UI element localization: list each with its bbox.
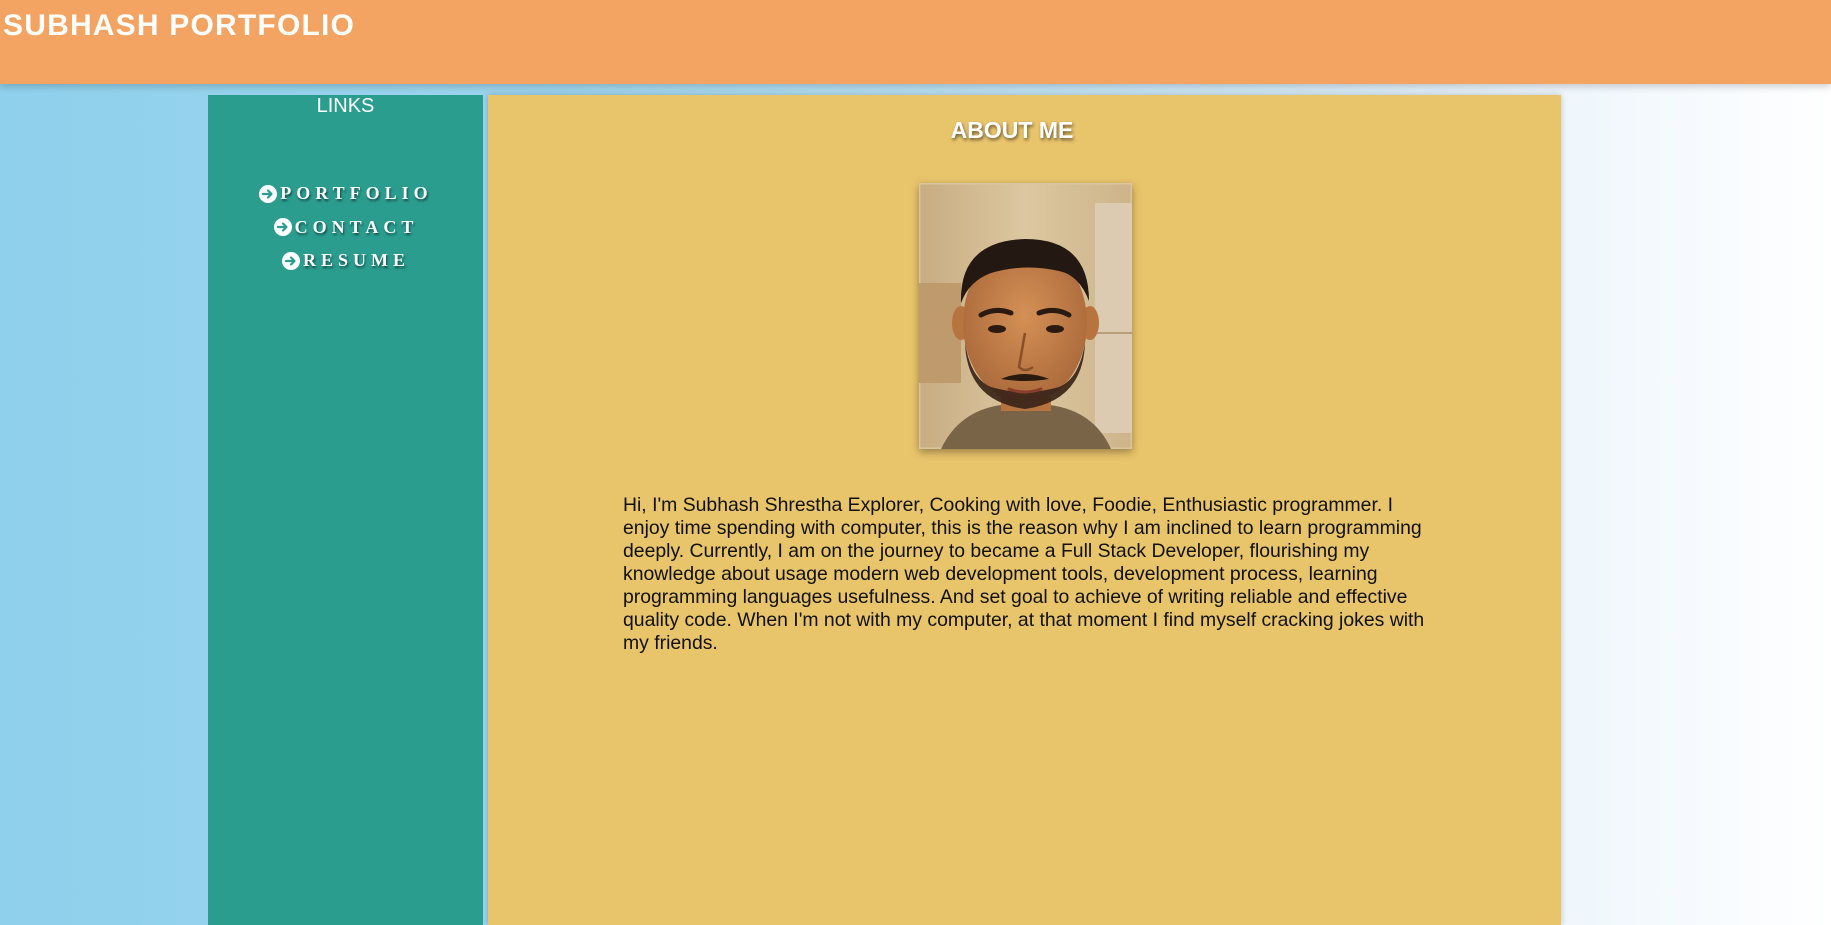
nav-label-portfolio: PORTFOLIO: [280, 183, 433, 204]
nav-link-resume[interactable]: RESUME: [208, 244, 483, 278]
nav-label-contact: CONTACT: [294, 216, 419, 237]
profile-photo: [919, 183, 1132, 449]
sidebar: LINKS PORTFOLIO CONTACT RESUME: [208, 95, 483, 925]
sidebar-heading: LINKS: [316, 95, 375, 117]
site-title: SUBHASH PORTFOLIO: [3, 9, 356, 42]
nav-link-portfolio[interactable]: PORTFOLIO: [208, 177, 483, 211]
site-header: SUBHASH PORTFOLIO: [0, 0, 1831, 84]
bio-text: Hi, I'm Subhash Shrestha Explorer, Cooki…: [623, 494, 1425, 654]
nav-links: PORTFOLIO CONTACT RESUME: [208, 177, 483, 278]
arrow-circle-right-icon: [273, 218, 292, 237]
arrow-circle-right-icon: [281, 251, 300, 270]
arrow-circle-right-icon: [259, 184, 278, 203]
nav-label-resume: RESUME: [302, 250, 410, 271]
about-section: ABOUT ME Hi, I'm Subhash Shrestha Explor…: [488, 95, 1561, 925]
nav-link-contact[interactable]: CONTACT: [208, 211, 483, 245]
section-title: ABOUT ME: [950, 117, 1074, 143]
